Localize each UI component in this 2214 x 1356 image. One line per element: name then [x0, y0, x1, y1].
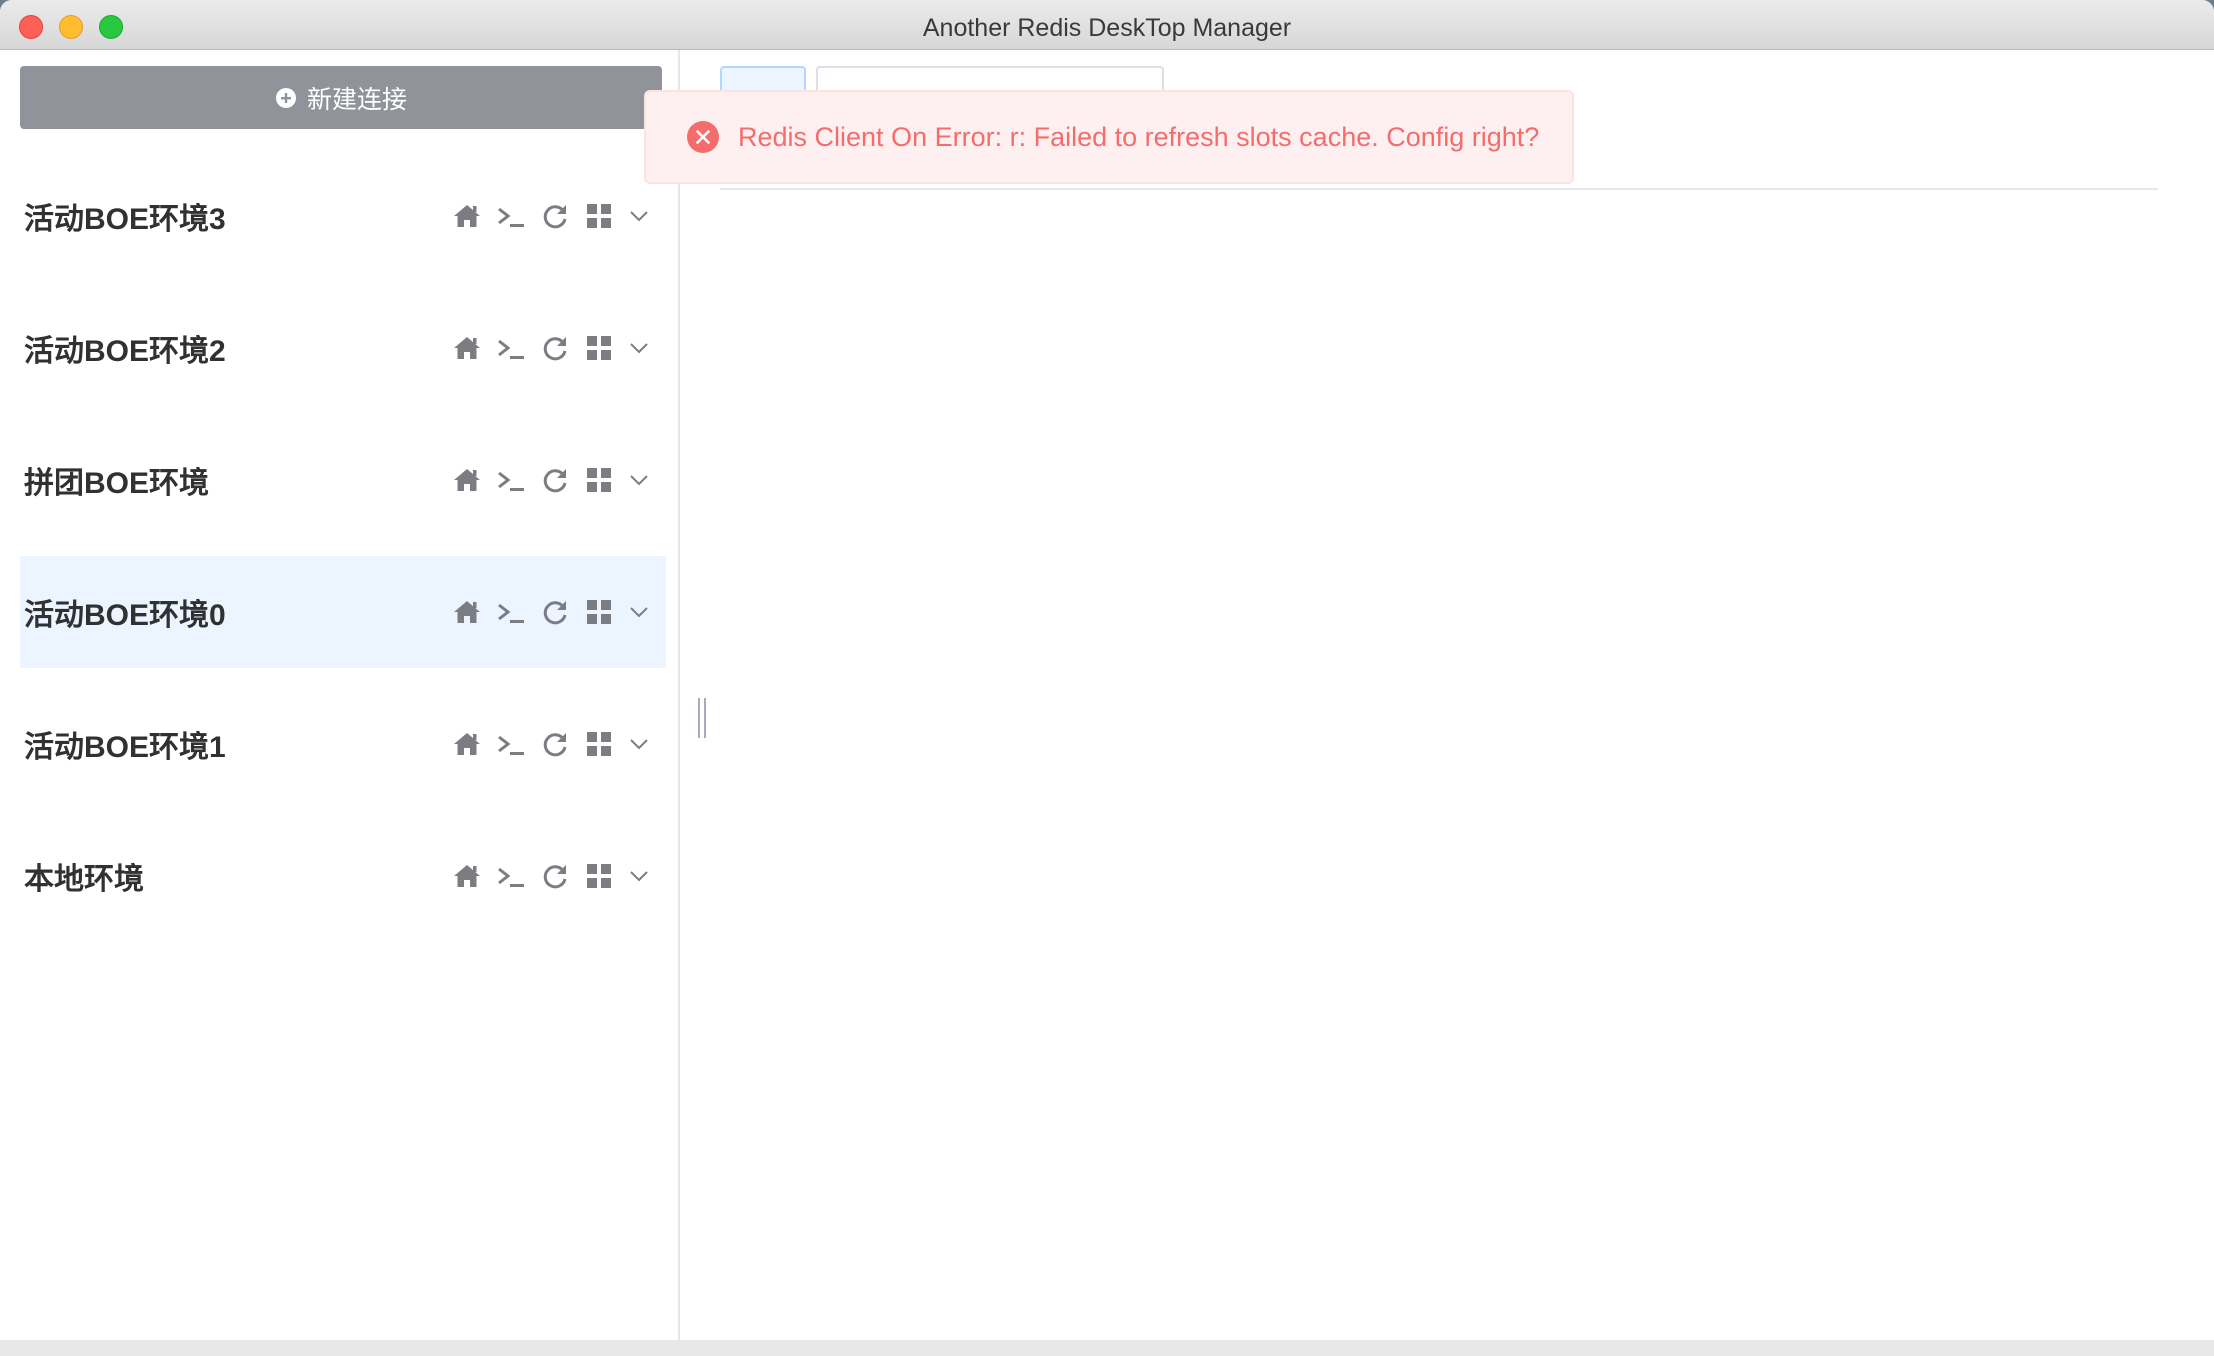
connection-name: 活动BOE环境3 [24, 203, 226, 236]
grid-icon [587, 864, 611, 888]
error-message-text: Redis Client On Error: r: Failed to refr… [738, 121, 1540, 152]
refresh-button[interactable] [540, 333, 570, 363]
new-connection-button[interactable]: 新建连接 [20, 66, 662, 129]
chevron-down-icon [630, 211, 648, 222]
terminal-button[interactable] [496, 861, 526, 891]
connection-actions [452, 861, 666, 891]
grid-icon [587, 468, 611, 492]
connection-list: 活动BOE环境3 活动BOE环境2 拼团BOE环境 活动BOE环境0 活动BOE环境1 本… [20, 160, 666, 952]
error-circle-icon [687, 121, 719, 153]
refresh-button[interactable] [540, 465, 570, 495]
refresh-button[interactable] [540, 201, 570, 231]
status-button[interactable] [584, 333, 614, 363]
connection-name: 活动BOE环境1 [24, 731, 226, 764]
terminal-button[interactable] [496, 201, 526, 231]
home-icon [454, 601, 480, 623]
expand-menu-button[interactable] [628, 733, 650, 755]
connection-actions [452, 333, 666, 363]
terminal-icon [498, 735, 524, 755]
grid-icon [587, 732, 611, 756]
tab-bar-underline [720, 188, 2158, 190]
refresh-icon [543, 601, 567, 625]
home-icon [454, 337, 480, 359]
home-icon [454, 469, 480, 491]
connections-sidebar: 新建连接 活动BOE环境3 活动BOE环境2 拼团BOE环境 活动BOE环境0 活动BO… [4, 50, 680, 1340]
status-button[interactable] [584, 465, 614, 495]
home-button[interactable] [452, 333, 482, 363]
grid-icon [587, 204, 611, 228]
plus-circle-icon [275, 87, 296, 108]
connection-item[interactable]: 活动BOE环境2 [20, 292, 666, 404]
app-window: Another Redis DeskTop Manager 新建连接 活动BOE… [0, 0, 2214, 1356]
connection-name: 拼团BOE环境 [24, 467, 210, 500]
grid-icon [587, 600, 611, 624]
refresh-icon [543, 205, 567, 229]
terminal-icon [498, 471, 524, 491]
status-button[interactable] [584, 201, 614, 231]
window-title: Another Redis DeskTop Manager [922, 14, 1292, 42]
home-icon [454, 865, 480, 887]
resize-handle[interactable] [698, 698, 706, 738]
terminal-icon [498, 207, 524, 227]
home-icon [454, 205, 480, 227]
home-icon [454, 733, 480, 755]
connection-item[interactable]: 活动BOE环境3 [20, 160, 666, 272]
status-button[interactable] [584, 597, 614, 627]
connection-actions [452, 465, 666, 495]
main-panel [680, 50, 2214, 1340]
connection-item[interactable]: 本地环境 [20, 820, 666, 932]
window-bottom-edge [0, 1340, 2214, 1356]
terminal-button[interactable] [496, 729, 526, 759]
title-bar[interactable]: Another Redis DeskTop Manager [0, 0, 2214, 50]
terminal-button[interactable] [496, 597, 526, 627]
connection-name: 活动BOE环境0 [24, 599, 226, 632]
connection-item[interactable]: 活动BOE环境0 [20, 556, 666, 668]
expand-menu-button[interactable] [628, 469, 650, 491]
expand-menu-button[interactable] [628, 601, 650, 623]
expand-menu-button[interactable] [628, 205, 650, 227]
chevron-down-icon [630, 871, 648, 882]
home-button[interactable] [452, 201, 482, 231]
connection-name: 本地环境 [24, 863, 144, 896]
status-button[interactable] [584, 729, 614, 759]
refresh-button[interactable] [540, 597, 570, 627]
expand-menu-button[interactable] [628, 865, 650, 887]
new-connection-label: 新建连接 [306, 85, 407, 114]
refresh-button[interactable] [540, 861, 570, 891]
expand-menu-button[interactable] [628, 337, 650, 359]
refresh-icon [543, 337, 567, 361]
grid-icon [587, 336, 611, 360]
refresh-button[interactable] [540, 729, 570, 759]
terminal-icon [498, 867, 524, 887]
chevron-down-icon [630, 739, 648, 750]
connection-actions [452, 201, 666, 231]
error-notification: Redis Client On Error: r: Failed to refr… [644, 90, 1574, 184]
home-button[interactable] [452, 465, 482, 495]
refresh-icon [543, 733, 567, 757]
chevron-down-icon [630, 607, 648, 618]
refresh-icon [543, 469, 567, 493]
connection-item[interactable]: 拼团BOE环境 [20, 424, 666, 536]
connection-actions [452, 597, 666, 627]
home-button[interactable] [452, 861, 482, 891]
chevron-down-icon [630, 343, 648, 354]
home-button[interactable] [452, 729, 482, 759]
terminal-icon [498, 603, 524, 623]
status-button[interactable] [584, 861, 614, 891]
terminal-button[interactable] [496, 465, 526, 495]
connection-actions [452, 729, 666, 759]
chevron-down-icon [630, 475, 648, 486]
connection-item[interactable]: 活动BOE环境1 [20, 688, 666, 800]
connection-name: 活动BOE环境2 [24, 335, 226, 368]
terminal-button[interactable] [496, 333, 526, 363]
home-button[interactable] [452, 597, 482, 627]
terminal-icon [498, 339, 524, 359]
refresh-icon [543, 865, 567, 889]
